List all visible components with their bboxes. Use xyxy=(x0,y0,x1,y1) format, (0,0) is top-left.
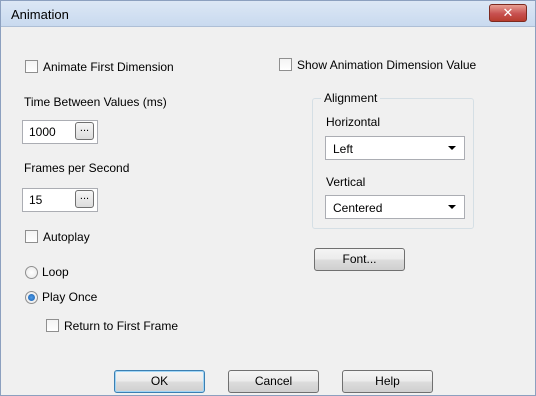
ok-button[interactable]: OK xyxy=(114,370,205,393)
animation-dialog: Animation ✕ Animate First Dimension Show… xyxy=(0,0,536,396)
horizontal-select[interactable]: Left xyxy=(325,136,465,160)
alignment-group-title: Alignment xyxy=(321,91,381,105)
time-between-values-value: 1000 xyxy=(29,125,56,139)
font-button[interactable]: Font... xyxy=(314,248,405,271)
frames-per-second-label: Frames per Second xyxy=(24,161,130,175)
animate-first-dimension-label: Animate First Dimension xyxy=(43,60,174,74)
show-animation-dimension-value-label: Show Animation Dimension Value xyxy=(297,58,477,72)
help-button[interactable]: Help xyxy=(342,370,433,393)
cancel-button[interactable]: Cancel xyxy=(228,370,319,393)
show-animation-dimension-value-checkbox[interactable] xyxy=(279,58,292,71)
play-once-label: Play Once xyxy=(42,290,98,304)
vertical-label: Vertical xyxy=(326,175,366,189)
autoplay-label: Autoplay xyxy=(43,230,90,244)
autoplay-checkbox[interactable] xyxy=(25,230,38,243)
chevron-down-icon xyxy=(448,146,456,150)
vertical-select-value: Centered xyxy=(333,201,383,215)
animate-first-dimension-checkbox[interactable] xyxy=(25,60,38,73)
loop-radio[interactable] xyxy=(25,266,38,279)
play-once-radio[interactable] xyxy=(25,291,38,304)
frames-per-second-browse-button[interactable]: ... xyxy=(75,190,94,208)
loop-label: Loop xyxy=(42,265,69,279)
title-bar: Animation ✕ xyxy=(1,1,535,27)
horizontal-label: Horizontal xyxy=(326,115,381,129)
time-between-values-browse-button[interactable]: ... xyxy=(75,122,94,140)
chevron-down-icon xyxy=(448,205,456,209)
vertical-select[interactable]: Centered xyxy=(325,195,465,219)
horizontal-select-value: Left xyxy=(333,142,354,156)
window-title: Animation xyxy=(11,7,69,22)
frames-per-second-value: 15 xyxy=(29,193,43,207)
time-between-values-label: Time Between Values (ms) xyxy=(24,95,167,109)
return-to-first-frame-label: Return to First Frame xyxy=(64,319,179,333)
close-button[interactable]: ✕ xyxy=(489,4,527,22)
return-to-first-frame-checkbox[interactable] xyxy=(46,319,59,332)
